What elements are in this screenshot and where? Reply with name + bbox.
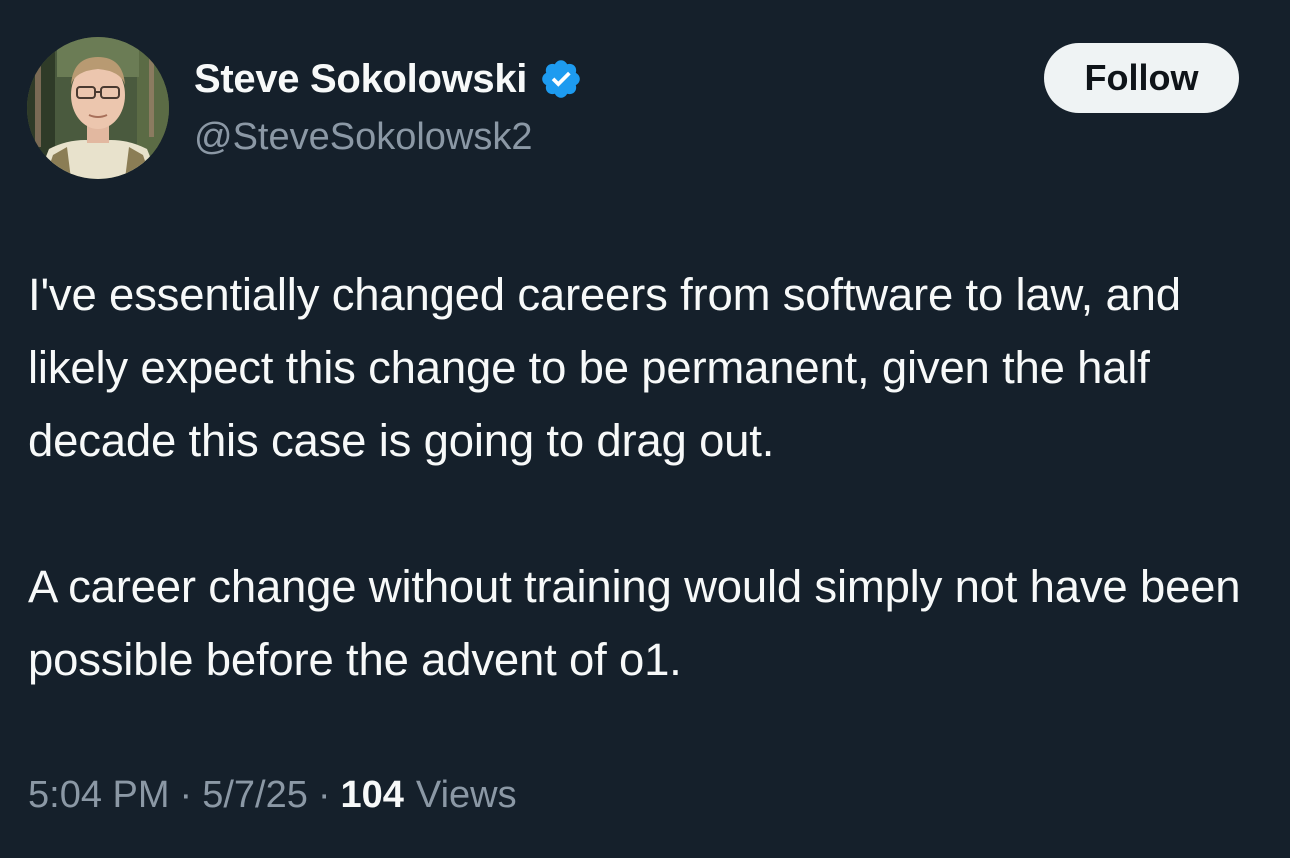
author-name-row[interactable]: Steve Sokolowski xyxy=(194,52,583,106)
tweet-paragraph: A career change without training would s… xyxy=(28,561,1241,685)
tweet-time[interactable]: 5:04 PM xyxy=(28,774,170,817)
tweet-card: Steve Sokolowski @SteveSokolowsk2 Follow… xyxy=(0,0,1290,858)
tweet-paragraph: I've essentially changed careers from so… xyxy=(28,269,1181,466)
meta-separator: · xyxy=(179,774,193,816)
meta-separator: · xyxy=(317,774,331,816)
tweet-meta: 5:04 PM · 5/7/25 · 104 Views xyxy=(28,774,517,817)
follow-button[interactable]: Follow xyxy=(1044,43,1239,113)
views-count[interactable]: 104 xyxy=(341,774,404,817)
views-label[interactable]: Views xyxy=(416,774,517,817)
author-avatar[interactable] xyxy=(27,37,169,179)
tweet-date[interactable]: 5/7/25 xyxy=(202,774,308,817)
avatar-photo xyxy=(27,37,169,179)
verified-badge-icon xyxy=(539,57,583,101)
author-handle[interactable]: @SteveSokolowsk2 xyxy=(194,116,533,159)
tweet-body: I've essentially changed careers from so… xyxy=(28,258,1273,696)
author-display-name[interactable]: Steve Sokolowski xyxy=(194,57,527,102)
